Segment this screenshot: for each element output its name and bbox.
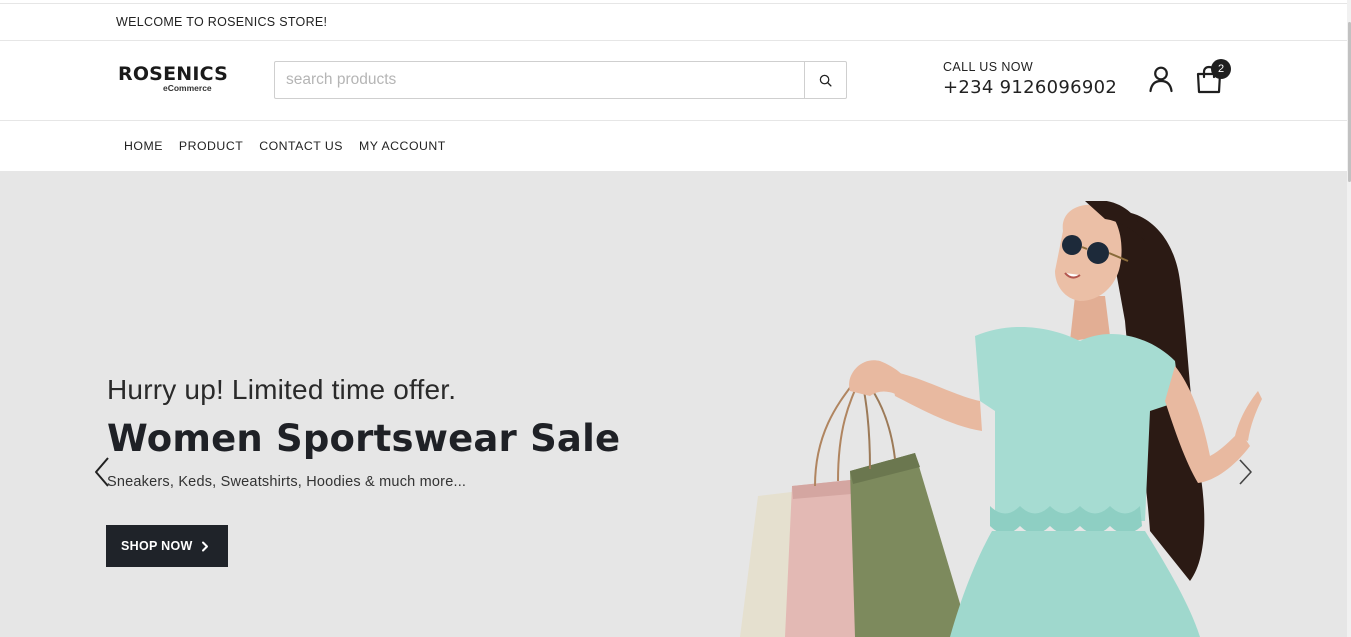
search-icon — [819, 74, 832, 87]
phone-number[interactable]: +234 9126096902 — [943, 77, 1117, 98]
chevron-right-small-icon — [201, 541, 208, 551]
hero-model-image — [740, 201, 1262, 637]
hero-description: Sneakers, Keds, Sweatshirts, Hoodies & m… — [107, 474, 467, 490]
main-nav: HOME PRODUCT CONTACT US MY ACCOUNT — [0, 121, 1351, 171]
hero-slider: Hurry up! Limited time offer. Women Spor… — [0, 171, 1347, 637]
nav-item-home[interactable]: HOME — [124, 139, 163, 153]
nav-item-my-account[interactable]: MY ACCOUNT — [359, 139, 446, 153]
logo-subtext: eCommerce — [163, 83, 212, 93]
logo-text: ROSENICS — [118, 63, 228, 85]
user-icon[interactable] — [1148, 65, 1174, 93]
hero-title: Women Sportswear Sale — [107, 417, 621, 460]
call-us-label: CALL US NOW — [943, 60, 1034, 74]
call-us-block: CALL US NOW +234 9126096902 — [943, 60, 1117, 98]
shop-now-button[interactable]: SHOP NOW — [106, 525, 228, 567]
top-bar: WELCOME TO ROSENICS STORE! — [0, 3, 1351, 41]
search-bar — [274, 61, 847, 99]
search-input[interactable] — [275, 62, 804, 98]
nav-item-contact-us[interactable]: CONTACT US — [259, 139, 343, 153]
nav-item-product[interactable]: PRODUCT — [179, 139, 243, 153]
welcome-text: WELCOME TO ROSENICS STORE! — [116, 15, 328, 29]
shop-now-label: SHOP NOW — [121, 539, 193, 553]
hero-kicker: Hurry up! Limited time offer. — [107, 374, 457, 405]
cart-count-badge: 2 — [1211, 59, 1231, 79]
store-logo[interactable]: ROSENICS eCommerce — [118, 64, 228, 98]
chevron-left-icon[interactable] — [92, 456, 112, 488]
site-header: ROSENICS eCommerce CALL US NOW +234 9126… — [0, 41, 1351, 121]
search-button[interactable] — [804, 62, 846, 98]
